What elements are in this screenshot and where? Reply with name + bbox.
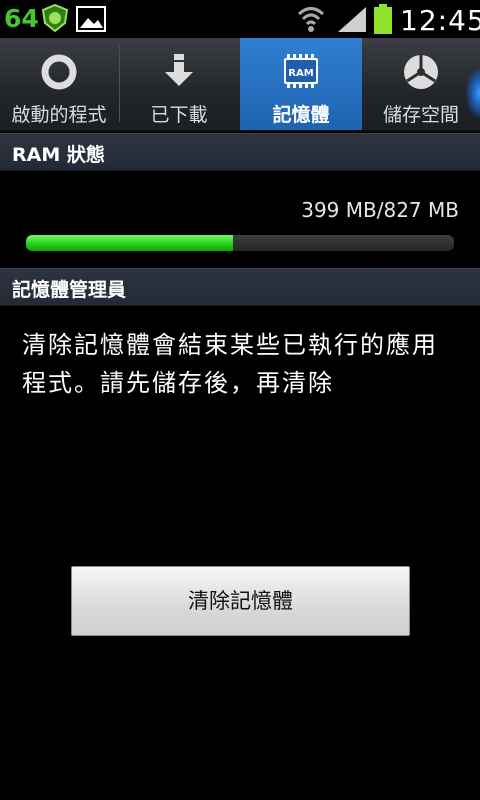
ram-status-title: RAM 狀態 bbox=[12, 144, 105, 166]
ram-usage-fill bbox=[26, 235, 233, 251]
tab-label: 已下載 bbox=[150, 104, 208, 126]
tab-storage[interactable]: 儲存空間 bbox=[362, 38, 480, 130]
ram-usage-bar bbox=[26, 235, 454, 251]
tab-label: 啟動的程式 bbox=[11, 104, 107, 126]
wifi-icon bbox=[297, 7, 325, 32]
signal-icon bbox=[338, 7, 366, 32]
ram-status-header: RAM 狀態 bbox=[0, 133, 480, 171]
memory-manager-description: 清除記憶體會結束某些已執行的應用程式。請先儲存後，再清除 bbox=[22, 331, 438, 397]
clock: 12:45 bbox=[400, 4, 480, 37]
memory-manager-header: 記憶體管理員 bbox=[0, 268, 480, 306]
tab-label: 記憶體 bbox=[272, 104, 330, 126]
tab-label: 儲存空間 bbox=[382, 104, 459, 126]
tab-downloaded[interactable]: 已下載 bbox=[120, 38, 238, 130]
ram-icon-text: RAM bbox=[288, 68, 313, 79]
download-icon bbox=[165, 54, 193, 86]
running-apps-icon bbox=[41, 54, 77, 90]
tab-ram[interactable]: RAM 記憶體 bbox=[240, 38, 362, 130]
shield-app-icon bbox=[41, 3, 69, 33]
memory-manager-title: 記憶體管理員 bbox=[12, 279, 127, 301]
tab-running-apps[interactable]: 啟動的程式 bbox=[0, 38, 118, 130]
storage-pie-icon bbox=[404, 55, 438, 89]
tab-bar: 啟動的程式 已下載 RAM 記憶體 儲存空間 bbox=[0, 38, 480, 132]
ram-usage-text: 399 MB/827 MB bbox=[301, 198, 459, 222]
notification-count: 64 bbox=[4, 4, 39, 33]
scroll-edge-glow bbox=[466, 68, 480, 118]
gallery-icon bbox=[76, 6, 106, 32]
ram-icon: RAM bbox=[284, 54, 318, 88]
clear-memory-button[interactable]: 清除記憶體 bbox=[71, 566, 410, 636]
battery-icon bbox=[374, 4, 392, 34]
status-bar: 64 12:45 bbox=[0, 0, 480, 38]
